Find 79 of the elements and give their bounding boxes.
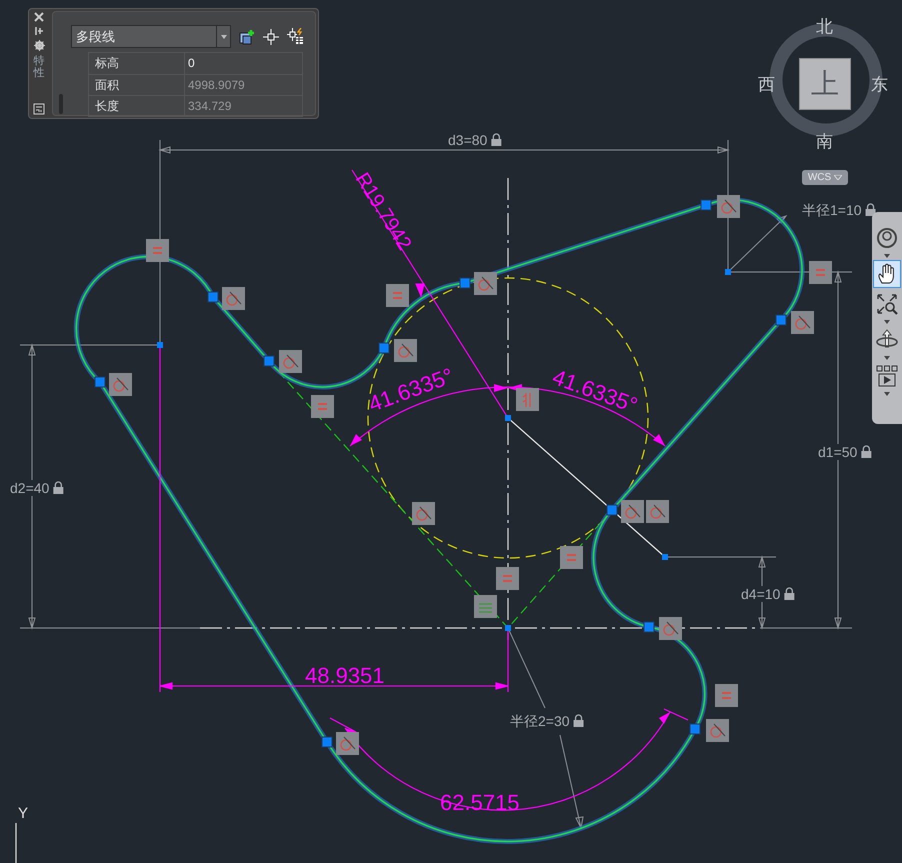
tangent-constraint-icon (621, 500, 644, 523)
properties-icon[interactable] (33, 103, 45, 115)
equal-constraint-icon (560, 546, 583, 569)
dimension-label: 半径2=30 (510, 713, 570, 729)
caret-icon[interactable] (884, 254, 890, 258)
quick-select-icon[interactable] (239, 28, 255, 44)
viewcube-face[interactable]: 上 (799, 58, 851, 110)
tangent-constraint-icon (706, 719, 729, 742)
leader-line (728, 216, 786, 272)
compass-label[interactable]: 西 (758, 72, 775, 98)
dimension-label: d3=80 (448, 132, 488, 148)
grip-handle[interactable] (662, 554, 668, 560)
compass-label[interactable]: 北 (816, 14, 833, 40)
object-type-dropdown[interactable]: 多段线 (71, 25, 231, 48)
property-label: 标高 (89, 53, 185, 74)
grip-handle[interactable] (378, 342, 390, 354)
equal-constraint-icon (715, 684, 738, 707)
caret-icon (220, 34, 226, 38)
axis-label: Y (18, 805, 28, 822)
dimension-label: d1=50 (818, 444, 858, 460)
toggle-pickadd-icon[interactable] (287, 28, 304, 45)
caret-icon[interactable] (884, 392, 890, 396)
tangent-constraint-icon (791, 311, 814, 334)
grip-handle[interactable] (505, 415, 511, 421)
grip-handle[interactable] (690, 724, 700, 734)
tangent-constraint-icon (412, 502, 435, 525)
tangent-constraint-icon (474, 272, 497, 295)
tangent-constraint-icon (279, 350, 302, 373)
property-value[interactable]: 0 (185, 53, 302, 74)
grip-handle[interactable] (460, 278, 470, 288)
grip-handle[interactable] (505, 625, 511, 631)
palette-title: 特性 (34, 55, 44, 80)
dimension-label: d4=10 (741, 586, 780, 602)
caret-icon[interactable] (884, 320, 890, 324)
caret-icon[interactable] (884, 356, 890, 360)
zoom-icon (876, 293, 898, 315)
grip-handle[interactable] (776, 314, 786, 326)
steering-wheel-icon (876, 227, 898, 249)
tangent-constraint-icon (659, 617, 682, 640)
tangent-constraint-icon (222, 287, 245, 310)
tangent-constraint-icon (109, 373, 132, 396)
grip-handle[interactable] (157, 342, 163, 348)
grip-handle[interactable] (644, 622, 654, 632)
tangent-constraint-icon (646, 500, 669, 523)
equal-constraint-icon (146, 239, 169, 262)
horizontal-constraint-icon (474, 595, 497, 618)
showmotion-icon (876, 365, 898, 387)
equal-constraint-icon (311, 395, 334, 418)
grip-handle[interactable] (264, 356, 274, 366)
property-label: 长度 (89, 96, 185, 116)
equal-constraint-icon (496, 567, 519, 590)
property-value: 334.729 (187, 98, 232, 115)
grip-handle[interactable] (208, 292, 218, 302)
property-value: 4998.9079 (187, 77, 246, 94)
settings-icon[interactable] (34, 40, 44, 51)
ucs-axis (15, 823, 17, 863)
grip-handle[interactable] (606, 504, 618, 516)
tangent-constraint-icon (336, 732, 359, 755)
tangent-constraint-icon (394, 339, 417, 362)
grip-handle[interactable] (700, 200, 712, 210)
compass-label[interactable]: 南 (816, 129, 833, 154)
grip-handle[interactable] (725, 269, 731, 275)
parallel-constraint-icon (516, 388, 539, 411)
measurement-label: 48.9351 (305, 663, 385, 688)
equal-constraint-icon (386, 284, 409, 307)
caret-icon (834, 175, 842, 180)
equal-constraint-icon (809, 261, 832, 284)
property-label: 面积 (89, 75, 185, 95)
close-icon[interactable] (34, 12, 44, 22)
measurement-label: 62.5715 (440, 790, 520, 815)
pin-icon[interactable] (34, 26, 44, 36)
dimension-label: 半径1=10 (802, 202, 862, 218)
dimension-label: d2=40 (10, 480, 50, 496)
crosshair-icon[interactable] (263, 28, 279, 44)
hand-tool-button[interactable] (873, 260, 901, 288)
grip-handle[interactable] (94, 376, 106, 388)
compass-label[interactable]: 东 (871, 72, 888, 98)
tangent-constraint-icon (717, 195, 740, 218)
grip-handle[interactable] (322, 736, 332, 748)
